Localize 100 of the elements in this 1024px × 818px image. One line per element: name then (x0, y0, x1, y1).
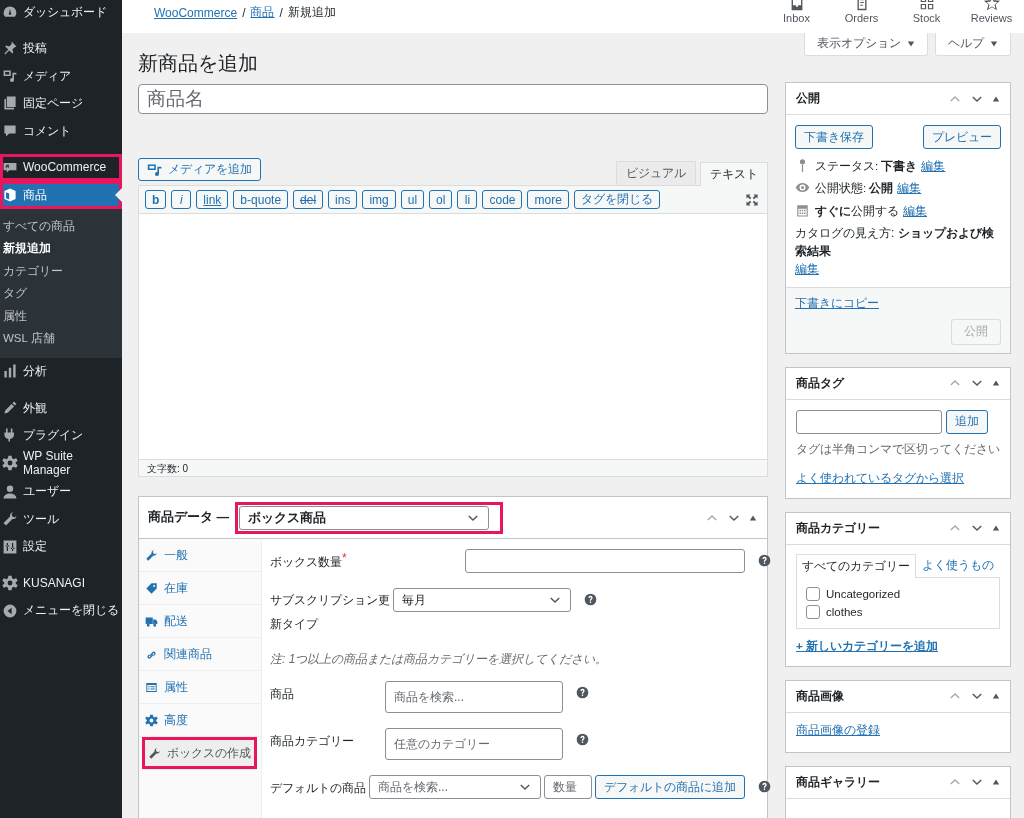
quicktag-button[interactable]: b-quote (233, 190, 289, 209)
menu-item[interactable]: プラグイン (0, 421, 122, 449)
edit-link[interactable]: 編集 (795, 263, 819, 276)
product-data-tab[interactable]: ボックスの作成 (142, 737, 257, 770)
help-icon (576, 733, 589, 746)
edit-link[interactable]: 編集 (921, 160, 946, 172)
media-icon (2, 67, 18, 84)
screen-tab-button[interactable]: 表示オプション (804, 33, 928, 56)
box-title: 商品カテゴリー (796, 519, 880, 537)
quicktag-button[interactable]: ul (400, 190, 425, 209)
title-field[interactable]: 商品名 (138, 84, 768, 114)
checkbox[interactable] (806, 604, 820, 619)
quicktag-button[interactable]: del (293, 190, 324, 209)
product-data-tab[interactable]: 配送 (139, 605, 261, 638)
add-category-link[interactable]: + 新しいカテゴリーを追加 (796, 639, 938, 652)
product-data-tab[interactable]: 属性 (139, 671, 261, 704)
product-data-tab[interactable]: 一般 (139, 539, 261, 572)
menu-item[interactable]: 商品 (0, 181, 122, 209)
checkbox[interactable] (806, 586, 820, 601)
note-text: 注: 1つ以上の商品または商品カテゴリーを選択してください。 (270, 651, 609, 668)
gauge-icon (2, 3, 18, 20)
box-title: 商品画像 (796, 687, 844, 705)
help-icon (758, 554, 771, 567)
editor-tab[interactable]: テキスト (700, 162, 768, 186)
activity-button[interactable]: Inbox (764, 0, 829, 25)
editor-tab[interactable]: ビジュアル (616, 161, 696, 185)
menu-item[interactable]: KUSANAGI (0, 569, 122, 597)
menu-item[interactable]: コメント (0, 117, 122, 145)
triangle-up-icon[interactable] (992, 778, 1000, 787)
triangle-up-icon[interactable] (992, 379, 1000, 388)
menu-item[interactable]: 外観 (0, 394, 122, 422)
quicktag-button[interactable]: link (196, 190, 229, 209)
publish-setting: カタログの見え方: ショップおよび検索結果 (795, 225, 995, 261)
triangle-up-icon[interactable] (992, 94, 1000, 103)
search-field[interactable]: 商品を検索... (385, 681, 563, 713)
renewal-select[interactable]: 毎月 (393, 588, 571, 612)
quicktag-button[interactable]: ins (328, 190, 358, 209)
quicktag-button[interactable]: code (482, 190, 523, 209)
submenu-item[interactable]: カテゴリー (0, 259, 122, 282)
edit-link[interactable]: 編集 (903, 204, 927, 217)
activity-button[interactable]: Reviews (959, 0, 1024, 25)
submenu-item[interactable]: すべての商品 (0, 214, 122, 237)
fullscreen-icon[interactable] (745, 192, 759, 207)
box-title: 商品ギャラリー (796, 773, 880, 791)
menu-item[interactable]: 設定 (0, 532, 122, 561)
activity-button[interactable]: Stock (894, 0, 959, 25)
quantity-field[interactable]: 数量 (544, 775, 592, 799)
menu-item[interactable]: WooCommerce (0, 153, 122, 181)
save-draft-button[interactable]: 下書き保存 (795, 125, 873, 149)
menu-item[interactable]: ユーザー (0, 477, 122, 506)
menu-item[interactable]: 分析 (0, 357, 122, 385)
submenu-item[interactable]: WSL 店舗 (0, 327, 122, 350)
triangle-up-icon[interactable] (749, 513, 757, 522)
quicktag-button[interactable]: b (145, 190, 167, 209)
tag-field[interactable] (796, 409, 942, 434)
calendar-icon (795, 202, 810, 218)
activity-button[interactable]: Orders (829, 0, 894, 25)
preview-button[interactable]: プレビュー (923, 125, 1001, 149)
product-type-select[interactable]: ボックス商品 (239, 505, 489, 530)
quantity-field[interactable] (465, 549, 745, 573)
search-field[interactable]: 任意のカテゴリー (385, 728, 563, 760)
add-media-button[interactable]: メディアを追加 (138, 158, 261, 181)
caret-down-icon[interactable] (990, 39, 998, 48)
pages-icon (2, 95, 18, 112)
menu-item[interactable]: 固定ページ (0, 89, 122, 117)
quicktag-button[interactable]: img (362, 190, 396, 209)
popular-tags-link[interactable]: よく使われているタグから選択 (796, 471, 964, 484)
quicktag-button[interactable]: more (527, 190, 569, 209)
submenu-item[interactable]: 属性 (0, 304, 122, 327)
box-title: 商品タグ (796, 374, 844, 392)
help-icon (758, 780, 771, 793)
add-default-button[interactable]: デフォルトの商品に追加 (595, 775, 745, 799)
product-search-select[interactable]: 商品を検索... (369, 775, 541, 799)
product-data-tab[interactable]: 関連商品 (139, 638, 261, 671)
caret-down-icon[interactable] (907, 39, 915, 48)
submenu-item[interactable]: 新規追加 (0, 237, 122, 260)
add-tag-button[interactable]: 追加 (946, 409, 988, 434)
submenu-item[interactable]: タグ (0, 282, 122, 305)
breadcrumb-link[interactable]: 商品 (250, 4, 275, 21)
triangle-up-icon[interactable] (992, 524, 1000, 533)
quicktag-button[interactable]: タグを閉じる (573, 190, 660, 209)
menu-item[interactable]: 投稿 (0, 34, 122, 62)
menu-item[interactable]: WP Suite Manager (0, 449, 122, 478)
menu-item[interactable]: ツール (0, 505, 122, 533)
set-image-link[interactable]: 商品画像の登録 (796, 723, 880, 736)
help-icon (576, 686, 589, 699)
quicktag-button[interactable]: li (457, 190, 478, 209)
edit-link[interactable]: 編集 (897, 182, 922, 195)
menu-item[interactable]: メディア (0, 62, 122, 90)
copy-draft-link[interactable]: 下書きにコピー (795, 296, 879, 309)
menu-item[interactable]: メニューを閉じる (0, 596, 122, 625)
quicktag-button[interactable]: ol (429, 190, 453, 209)
category-tab[interactable]: すべてのカテゴリー (796, 553, 916, 578)
product-data-tab[interactable]: 在庫 (139, 572, 261, 605)
category-tab[interactable]: よく使うもの (916, 552, 1000, 577)
triangle-up-icon[interactable] (992, 692, 1000, 701)
breadcrumb-link[interactable]: WooCommerce (154, 5, 238, 20)
menu-item[interactable]: ダッシュボード (0, 0, 122, 26)
quicktag-button[interactable]: i (171, 190, 192, 209)
screen-tab-button[interactable]: ヘルプ (935, 33, 1011, 56)
